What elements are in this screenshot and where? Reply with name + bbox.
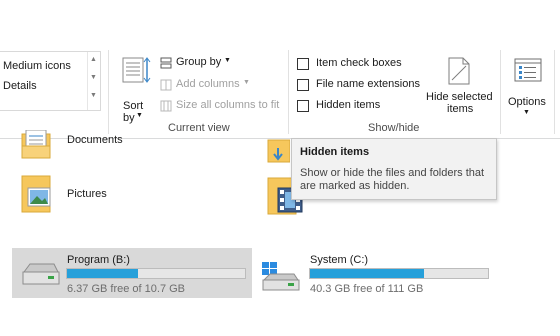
sort-label-line1: Sort (123, 100, 144, 112)
chevron-down-icon: ▼ (136, 112, 143, 119)
scroll-up-icon[interactable]: ▲ (90, 56, 97, 63)
folder-item-documents[interactable]: Documents (20, 130, 140, 166)
checkbox-box[interactable] (297, 100, 309, 112)
size-columns-icon (160, 100, 172, 112)
add-columns-label: Add columns (176, 78, 240, 90)
sort-by-button[interactable]: Sort by ▼ (118, 54, 152, 124)
checkbox-label: Hidden items (316, 99, 381, 111)
gallery-expand-icon[interactable]: ▼ (90, 92, 97, 99)
folder-item-partial[interactable] (266, 134, 291, 164)
sort-label-line2: by (123, 112, 135, 124)
scroll-down-icon[interactable]: ▼ (90, 74, 97, 81)
checkbox-box[interactable] (297, 79, 309, 91)
ribbon-view-tab: Medium icons Details ▲ ▼ ▼ Sort by ▼ Gro… (0, 46, 560, 139)
hard-drive-icon (22, 263, 60, 285)
drive-item-program-b[interactable]: Program (B:) 6.37 GB free of 10.7 GB (12, 248, 252, 298)
drive-free-space: 6.37 GB free of 10.7 GB (67, 283, 186, 295)
drive-usage-bar (309, 268, 489, 279)
hidden-items-tooltip: Hidden items Show or hide the files and … (291, 138, 497, 200)
checkbox-label: File name extensions (316, 78, 420, 90)
group-by-label: Group by (176, 56, 222, 68)
chevron-down-icon: ▼ (243, 79, 250, 86)
chevron-down-icon: ▼ (523, 109, 530, 116)
drive-item-system-c[interactable]: System (C:) 40.3 GB free of 111 GB (252, 248, 502, 298)
size-all-columns-label: Size all columns to fit (176, 99, 280, 111)
chevron-down-icon: ▼ (224, 57, 231, 64)
drive-usage-fill (67, 269, 139, 278)
ribbon-separator (288, 50, 289, 134)
sort-by-icon (122, 57, 151, 83)
drive-name: System (C:) (310, 254, 369, 266)
ribbon-separator (108, 50, 109, 134)
layout-gallery: Medium icons Details ▲ ▼ ▼ (0, 51, 101, 111)
drive-usage-bar (66, 268, 246, 279)
ribbon-separator (554, 50, 555, 134)
layout-gallery-scrollbar[interactable]: ▲ ▼ ▼ (87, 52, 100, 110)
options-label: Options (508, 96, 546, 108)
documents-folder-icon (21, 130, 51, 159)
checkbox-box[interactable] (297, 58, 309, 70)
folder-label: Pictures (67, 188, 107, 200)
pictures-folder-icon (21, 175, 51, 213)
current-view-group-label: Current view (168, 122, 230, 134)
hide-selected-items-icon (448, 57, 470, 85)
hide-selected-items-button[interactable]: Hide selected items (422, 52, 496, 118)
ribbon-separator (500, 50, 501, 134)
layout-option-details[interactable]: Details (3, 80, 37, 92)
folder-item-pictures[interactable]: Pictures (20, 174, 140, 216)
drive-usage-fill (310, 269, 424, 278)
checkbox-label: Item check boxes (316, 57, 402, 69)
tooltip-description: Show or hide the files and folders that … (300, 167, 485, 192)
group-by-icon (160, 57, 172, 69)
layout-option-medium-icons[interactable]: Medium icons (3, 60, 71, 72)
hide-selected-label-line1: Hide selected (426, 91, 493, 103)
windows-drive-icon (262, 262, 300, 291)
hide-selected-label-line2: items (447, 103, 474, 115)
tooltip-title: Hidden items (300, 146, 370, 158)
drive-name: Program (B:) (67, 254, 130, 266)
options-icon (514, 58, 542, 82)
options-button[interactable]: Options ▼ (504, 52, 552, 118)
downloads-folder-icon (267, 139, 291, 163)
show-hide-group-label: Show/hide (368, 122, 420, 134)
add-columns-icon (160, 79, 172, 91)
folder-label: Documents (67, 134, 123, 146)
drive-free-space: 40.3 GB free of 111 GB (310, 283, 424, 295)
